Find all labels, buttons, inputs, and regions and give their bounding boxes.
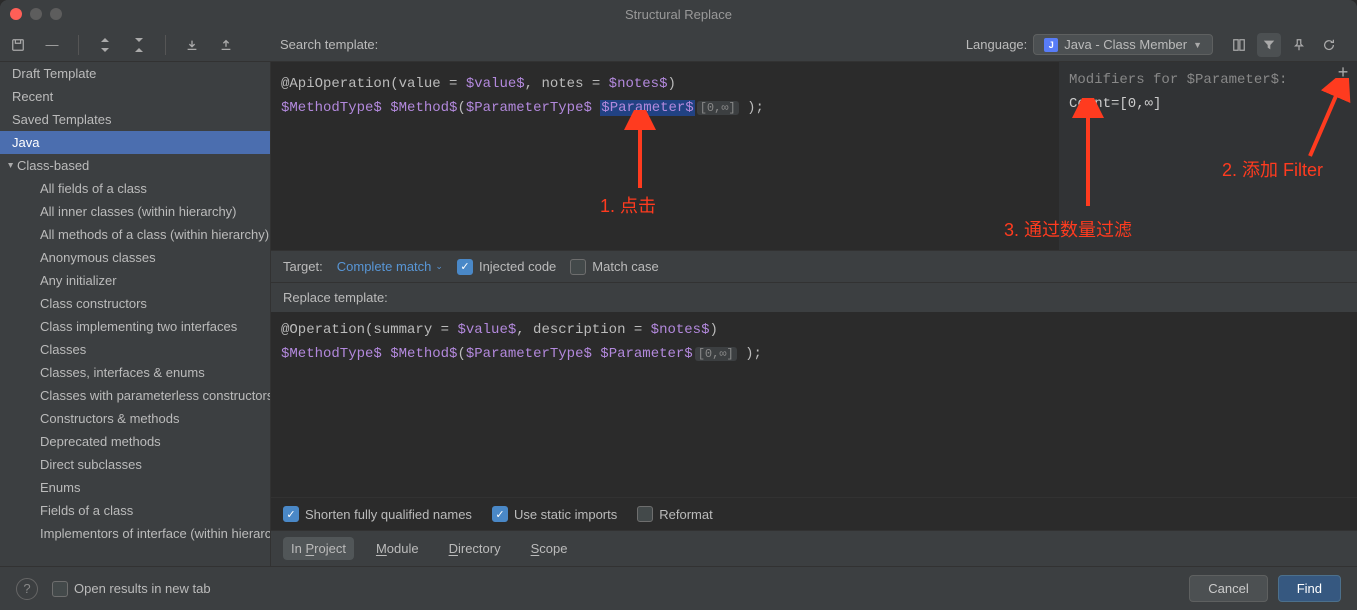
help-button[interactable]: ? xyxy=(16,578,38,600)
sidebar-item[interactable]: Constructors & methods xyxy=(0,407,270,430)
cancel-button[interactable]: Cancel xyxy=(1189,575,1267,602)
sidebar-item[interactable]: Enums xyxy=(0,476,270,499)
match-case-checkbox[interactable]: Match case xyxy=(570,259,658,275)
target-select[interactable]: Complete match⌄ xyxy=(337,259,443,274)
collapse-icon[interactable] xyxy=(131,37,147,53)
modifiers-title: Modifiers for $Parameter$: xyxy=(1069,68,1329,92)
sidebar-item[interactable]: Classes, interfaces & enums xyxy=(0,361,270,384)
scope-tab-scope[interactable]: Scope xyxy=(523,537,576,560)
remove-filter-button: − xyxy=(1333,84,1353,104)
expand-collapse-icon[interactable] xyxy=(97,37,113,53)
sidebar-item[interactable]: Direct subclasses xyxy=(0,453,270,476)
pin-icon[interactable] xyxy=(1287,33,1311,57)
modifiers-count: Count=[0,∞] xyxy=(1069,92,1329,116)
scope-tab-project[interactable]: In Project xyxy=(283,537,354,560)
sidebar-item[interactable]: Class implementing two interfaces xyxy=(0,315,270,338)
modifiers-panel: Modifiers for $Parameter$: Count=[0,∞] +… xyxy=(1059,62,1357,250)
minimize-window-icon[interactable] xyxy=(30,8,42,20)
export-icon[interactable] xyxy=(184,37,200,53)
sidebar-saved[interactable]: Saved Templates xyxy=(0,108,270,131)
open-new-tab-checkbox[interactable]: Open results in new tab xyxy=(52,581,211,597)
chevron-down-icon: ▸ xyxy=(5,163,16,168)
sidebar-item[interactable]: Fields of a class xyxy=(0,499,270,522)
sidebar-draft[interactable]: Draft Template xyxy=(0,62,270,85)
search-template-editor[interactable]: @ApiOperation(value = $value$, notes = $… xyxy=(271,62,1357,250)
sidebar-item[interactable]: Classes with parameterless constructors xyxy=(0,384,270,407)
static-imports-checkbox[interactable]: Use static imports xyxy=(492,506,617,522)
sidebar-item[interactable]: All methods of a class (within hierarchy… xyxy=(0,223,270,246)
add-filter-button[interactable]: + xyxy=(1333,64,1353,84)
language-label: Language: xyxy=(966,37,1027,52)
injected-code-checkbox[interactable]: Injected code xyxy=(457,259,556,275)
sidebar-item[interactable]: All fields of a class xyxy=(0,177,270,200)
sidebar-item[interactable]: Any initializer xyxy=(0,269,270,292)
import-icon[interactable] xyxy=(218,37,234,53)
window-title: Structural Replace xyxy=(625,7,732,22)
save-template-icon[interactable] xyxy=(10,37,26,53)
java-icon: J xyxy=(1044,38,1058,52)
sidebar-item[interactable]: Classes xyxy=(0,338,270,361)
sidebar-item[interactable]: Deprecated methods xyxy=(0,430,270,453)
sidebar-item[interactable]: Class constructors xyxy=(0,292,270,315)
close-window-icon[interactable] xyxy=(10,8,22,20)
target-label: Target: xyxy=(283,259,323,274)
sidebar-item[interactable]: Implementors of interface (within hierar… xyxy=(0,522,270,545)
find-button[interactable]: Find xyxy=(1278,575,1341,602)
templates-sidebar: Draft Template Recent Saved Templates Ja… xyxy=(0,62,270,566)
replace-template-label: Replace template: xyxy=(271,282,1357,312)
remove-template-icon[interactable]: — xyxy=(44,37,60,53)
reformat-checkbox[interactable]: Reformat xyxy=(637,506,712,522)
scope-tab-directory[interactable]: Directory xyxy=(441,537,509,560)
view-mode-icon[interactable] xyxy=(1227,33,1251,57)
replace-template-editor[interactable]: @Operation(summary = $value$, descriptio… xyxy=(271,312,1357,497)
refresh-icon[interactable] xyxy=(1317,33,1341,57)
titlebar: Structural Replace xyxy=(0,0,1357,28)
shorten-names-checkbox[interactable]: Shorten fully qualified names xyxy=(283,506,472,522)
scope-tab-module[interactable]: Module xyxy=(368,537,427,560)
language-select[interactable]: J Java - Class Member ▼ xyxy=(1033,34,1213,55)
sidebar-group-classbased[interactable]: ▸Class-based xyxy=(0,154,270,177)
filter-icon[interactable] xyxy=(1257,33,1281,57)
search-template-label: Search template: xyxy=(280,37,378,52)
zoom-window-icon[interactable] xyxy=(50,8,62,20)
parameter-variable[interactable]: $Parameter$ xyxy=(600,100,694,116)
sidebar-item[interactable]: Anonymous classes xyxy=(0,246,270,269)
sidebar-java[interactable]: Java xyxy=(0,131,270,154)
sidebar-recent[interactable]: Recent xyxy=(0,85,270,108)
sidebar-item[interactable]: All inner classes (within hierarchy) xyxy=(0,200,270,223)
